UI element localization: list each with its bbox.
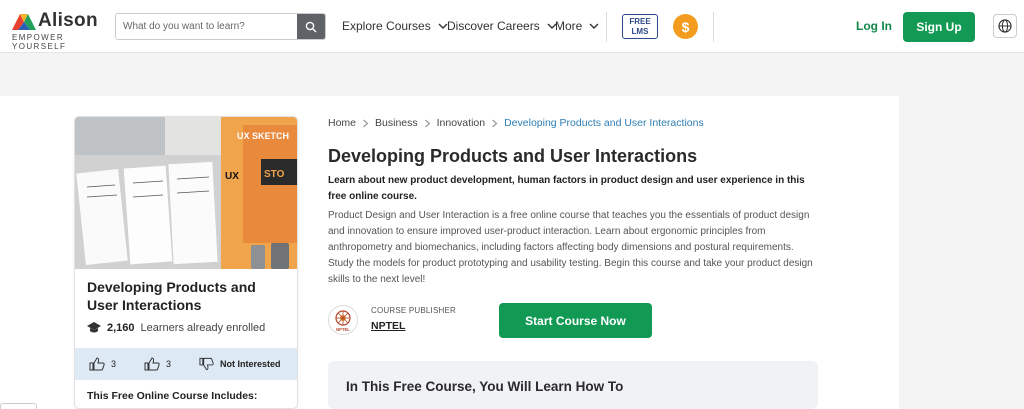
thumbs-up-icon [144,357,160,371]
publisher-name-link[interactable]: NPTEL [371,320,405,332]
free-lms-line2: LMS [631,27,649,36]
learners-count: 2,160 [107,322,135,334]
free-lms-badge[interactable]: FREE LMS [622,14,658,39]
start-course-label: Start Course Now [525,313,626,328]
globe-icon [998,19,1012,33]
share-count: 3 [166,359,172,369]
card-stats-bar: 3 3 Not Interested [75,348,297,380]
nav-discover-careers[interactable]: Discover Careers [447,19,558,33]
breadcrumb-home[interactable]: Home [328,117,356,129]
chevron-right-icon [363,119,369,127]
not-interested-label: Not Interested [220,359,281,369]
nptel-logo-icon: NPTEL [335,310,351,332]
learn-outcomes-heading: In This Free Course, You Will Learn How … [346,379,624,394]
like-button[interactable]: 3 [89,357,116,371]
publisher-label: COURSE PUBLISHER [371,306,456,315]
course-lead: Learn about new product development, hum… [328,175,805,202]
card-course-title[interactable]: Developing Products and User Interaction… [87,278,287,314]
brand-tagline: EMPOWER YOURSELF [12,33,67,51]
graduation-cap-icon [87,322,101,333]
chevron-down-icon [589,23,599,29]
breadcrumb: Home Business Innovation Developing Prod… [328,117,704,129]
publisher-logo[interactable]: NPTEL [328,305,358,335]
alison-logo[interactable]: Alison EMPOWER YOURSELF [12,10,107,51]
learn-outcomes-panel: In This Free Course, You Will Learn How … [328,361,818,409]
top-header: Alison EMPOWER YOURSELF Explore Courses … [0,0,1024,53]
thumbs-up-icon [89,357,105,371]
breadcrumb-innovation[interactable]: Innovation [437,117,485,129]
nav-divider [606,12,607,42]
brand-name: Alison [38,10,98,31]
course-includes-heading: This Free Online Course Includes: [87,390,258,402]
breadcrumb-business[interactable]: Business [375,117,418,129]
search-box [115,13,326,40]
chevron-right-icon [492,119,498,127]
floating-tab[interactable] [0,403,37,409]
thumb-text-sto: STO [264,169,285,180]
nav-explore-courses[interactable]: Explore Courses [342,19,449,33]
course-card: UX SKETCH UX STO Developing Products and… [74,116,298,409]
thumb-text-ux: UX [225,171,239,182]
signup-button[interactable]: Sign Up [903,12,975,42]
login-link[interactable]: Log In [856,19,892,33]
search-icon [305,21,317,32]
ux-sketch-illustration: UX SKETCH UX STO [75,117,297,269]
language-button[interactable] [993,14,1017,38]
thumb-text-sketch: UX SKETCH [237,131,289,141]
share-button[interactable]: 3 [144,357,171,371]
alison-logo-mark-icon [12,14,36,30]
coin-symbol: $ [681,18,690,35]
course-thumbnail[interactable]: UX SKETCH UX STO [75,117,297,269]
free-lms-line1: FREE [629,17,651,26]
search-button[interactable] [297,14,325,39]
breadcrumb-current[interactable]: Developing Products and User Interaction… [504,117,704,129]
search-input[interactable] [116,14,298,39]
nav-explore-courses-label: Explore Courses [342,19,431,33]
nav-discover-careers-label: Discover Careers [447,19,540,33]
nptel-logo-text: NPTEL [336,327,350,332]
nav-more[interactable]: More [555,19,600,33]
learners-text: Learners already enrolled [140,322,266,334]
not-interested-button[interactable]: Not Interested [199,357,281,371]
nav-divider [713,12,714,42]
dollar-coin-icon[interactable]: $ [673,14,698,39]
thumbs-down-icon [199,357,214,371]
nav-more-label: More [555,19,583,33]
course-description: Product Design and User Interaction is a… [328,210,813,285]
chevron-right-icon [424,119,431,127]
page-title: Developing Products and User Interaction… [328,146,698,166]
signup-label: Sign Up [916,20,962,34]
like-count: 3 [111,359,117,369]
enrolled-count: 2,160 Learners already enrolled [87,322,265,334]
start-course-button[interactable]: Start Course Now [499,303,652,338]
